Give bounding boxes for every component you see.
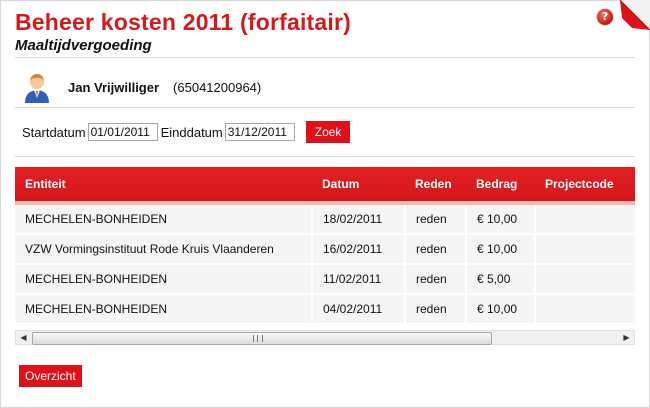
date-filter: Startdatum Einddatum Zoek bbox=[22, 121, 351, 143]
cell-datum: 04/02/2011 bbox=[311, 294, 405, 325]
user-id: (65041200964) bbox=[173, 79, 262, 95]
scroll-left-icon[interactable]: ◀ bbox=[16, 331, 31, 344]
user-avatar-icon bbox=[25, 74, 49, 103]
page-curl-icon bbox=[620, 0, 650, 30]
user-name: Jan Vrijwilliger bbox=[68, 79, 160, 95]
cell-projectcode bbox=[534, 294, 635, 325]
cell-datum: 16/02/2011 bbox=[311, 234, 405, 265]
cell-bedrag: € 10,00 bbox=[465, 294, 535, 325]
table-header-row: Entiteit Datum Reden Bedrag Projectcode bbox=[15, 167, 635, 205]
scrollbar-thumb[interactable] bbox=[32, 332, 492, 345]
costs-table: Entiteit Datum Reden Bedrag Projectcode … bbox=[15, 167, 635, 325]
cell-bedrag: € 5,00 bbox=[465, 264, 535, 295]
horizontal-scrollbar[interactable]: ◀ ▶ bbox=[15, 330, 635, 345]
user-info: Jan Vrijwilliger (65041200964) bbox=[22, 70, 261, 104]
cell-reden: reden bbox=[404, 234, 466, 265]
divider bbox=[15, 57, 635, 58]
cell-bedrag: € 10,00 bbox=[465, 203, 535, 235]
end-date-input[interactable] bbox=[224, 123, 295, 141]
cell-projectcode bbox=[534, 203, 635, 235]
cell-entiteit: MECHELEN-BONHEIDEN bbox=[15, 264, 312, 295]
grip-icon bbox=[253, 335, 263, 342]
cell-reden: reden bbox=[404, 264, 466, 295]
overview-button[interactable]: Overzicht bbox=[19, 365, 82, 387]
cell-entiteit: MECHELEN-BONHEIDEN bbox=[15, 294, 312, 325]
search-button[interactable]: Zoek bbox=[305, 121, 351, 143]
divider bbox=[15, 156, 635, 157]
table-row[interactable]: VZW Vormingsinstituut Rode Kruis Vlaande… bbox=[15, 234, 635, 265]
table-row[interactable]: MECHELEN-BONHEIDEN 04/02/2011 reden € 10… bbox=[15, 294, 635, 325]
column-header-entiteit[interactable]: Entiteit bbox=[15, 167, 312, 205]
table-row[interactable]: MECHELEN-BONHEIDEN 18/02/2011 reden € 10… bbox=[15, 203, 635, 235]
start-date-label: Startdatum bbox=[22, 124, 86, 140]
cell-projectcode bbox=[534, 234, 635, 265]
cell-datum: 11/02/2011 bbox=[311, 264, 405, 295]
column-header-bedrag[interactable]: Bedrag bbox=[466, 167, 535, 205]
cell-datum: 18/02/2011 bbox=[311, 203, 405, 235]
end-date-label: Einddatum bbox=[160, 124, 223, 140]
table-row[interactable]: MECHELEN-BONHEIDEN 11/02/2011 reden € 5,… bbox=[15, 264, 635, 295]
cell-entiteit: VZW Vormingsinstituut Rode Kruis Vlaande… bbox=[15, 234, 312, 265]
cell-projectcode bbox=[534, 264, 635, 295]
cell-entiteit: MECHELEN-BONHEIDEN bbox=[15, 203, 312, 235]
page-title: Beheer kosten 2011 (forfaitair) bbox=[15, 9, 351, 35]
cell-reden: reden bbox=[404, 294, 466, 325]
column-header-projectcode[interactable]: Projectcode bbox=[535, 167, 635, 205]
help-icon[interactable]: ? bbox=[597, 9, 613, 25]
column-header-datum[interactable]: Datum bbox=[312, 167, 405, 205]
page-subtitle: Maaltijdvergoeding bbox=[15, 37, 152, 54]
cell-reden: reden bbox=[404, 203, 466, 235]
cell-bedrag: € 10,00 bbox=[465, 234, 535, 265]
costs-table-container: Entiteit Datum Reden Bedrag Projectcode … bbox=[15, 167, 635, 343]
scroll-right-icon[interactable]: ▶ bbox=[619, 331, 634, 344]
start-date-input[interactable] bbox=[87, 123, 158, 141]
column-header-reden[interactable]: Reden bbox=[405, 167, 466, 205]
divider bbox=[15, 107, 635, 108]
